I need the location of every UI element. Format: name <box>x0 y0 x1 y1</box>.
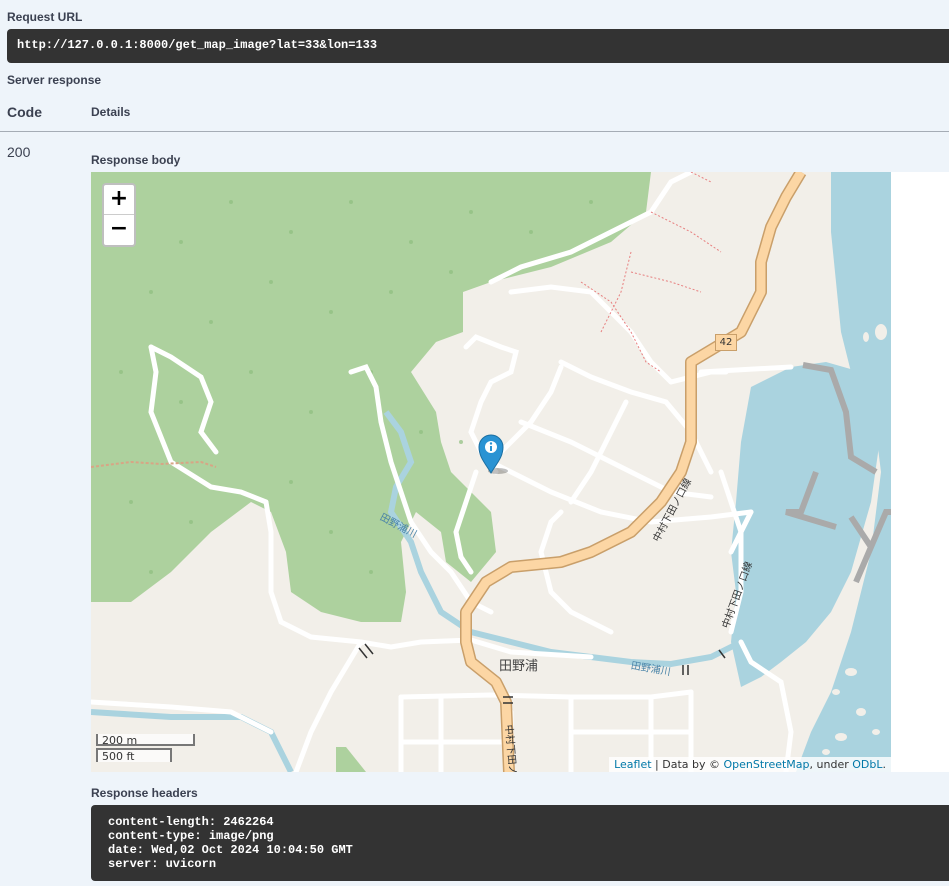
zoom-control: + − <box>102 183 136 247</box>
attribution-text-1: | Data by © <box>651 758 724 771</box>
scale-bar: 200 m 500 ft <box>96 734 195 763</box>
scale-metric: 200 m <box>96 734 195 747</box>
header-line: date: Wed,02 Oct 2024 10:04:50 GMT <box>108 843 353 857</box>
table-divider <box>0 131 949 132</box>
code-column-header: Code <box>7 104 42 120</box>
response-headers-box: content-length: 2462264 content-type: im… <box>91 805 949 881</box>
header-line: server: uvicorn <box>108 857 217 871</box>
leaflet-link[interactable]: Leaflet <box>614 758 651 771</box>
response-code: 200 <box>7 144 31 160</box>
odbl-link[interactable]: ODbL <box>852 758 882 771</box>
response-body-label: Response body <box>91 153 181 167</box>
info-marker-icon[interactable] <box>478 433 508 475</box>
zoom-in-button[interactable]: + <box>104 185 134 215</box>
request-url-value[interactable]: http://127.0.0.1:8000/get_map_image?lat=… <box>17 38 377 52</box>
server-response-label: Server response <box>7 73 102 87</box>
zoom-out-button[interactable]: − <box>104 215 134 244</box>
request-url-box: http://127.0.0.1:8000/get_map_image?lat=… <box>7 29 949 63</box>
attribution-end: . <box>882 758 887 771</box>
place-label: 田野浦 <box>499 659 539 674</box>
response-headers-label: Response headers <box>91 786 198 800</box>
scale-imperial: 500 ft <box>96 748 172 763</box>
header-line: content-type: image/png <box>108 829 274 843</box>
map-view[interactable]: 42 田野浦 田野浦川 田野浦川 中村下田ノ口線 中村下田ノ口線 中村下田ノ +… <box>91 172 891 772</box>
response-headers-content[interactable]: content-length: 2462264 content-type: im… <box>108 815 353 871</box>
details-column-header: Details <box>91 105 131 119</box>
map-attribution: Leaflet | Data by © OpenStreetMap, under… <box>609 757 891 772</box>
request-url-label: Request URL <box>7 10 83 24</box>
osm-link[interactable]: OpenStreetMap <box>724 758 810 771</box>
header-line: content-length: 2462264 <box>108 815 274 829</box>
attribution-text-2: , under <box>809 758 853 771</box>
route-shield: 42 <box>715 334 737 351</box>
response-body-background <box>891 172 949 772</box>
